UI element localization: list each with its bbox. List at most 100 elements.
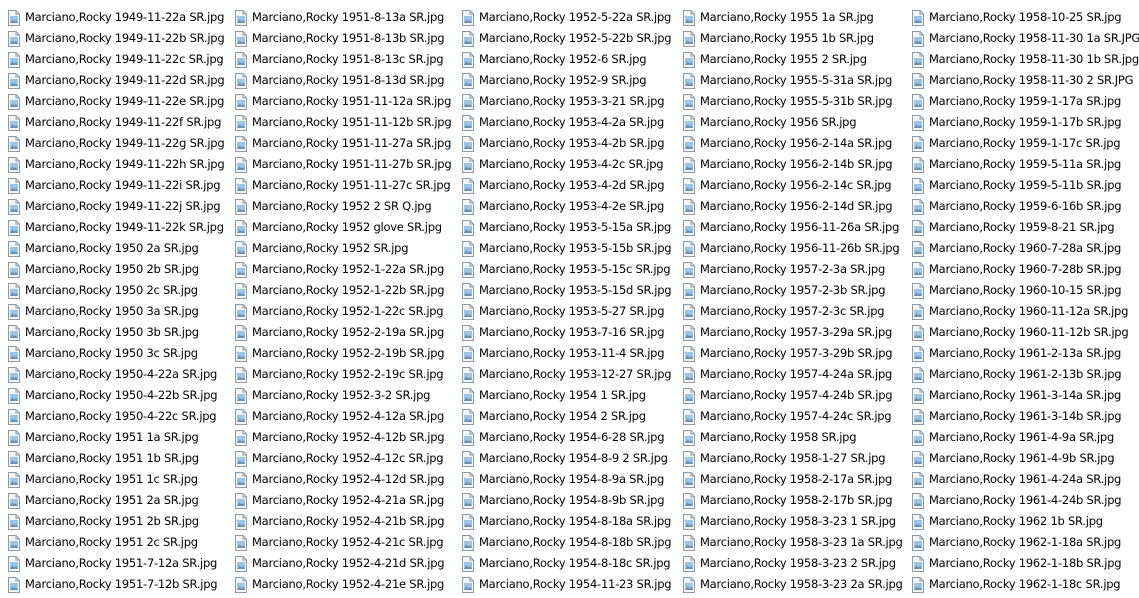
file-item[interactable]: Marciano,Rocky 1950-4-22a SR.jpg xyxy=(7,364,224,385)
file-item[interactable]: Marciano,Rocky 1961-3-14b SR.jpg xyxy=(911,406,1139,427)
file-item[interactable]: Marciano,Rocky 1958-3-23 2a SR.jpg xyxy=(682,574,903,595)
file-item[interactable]: Marciano,Rocky 1961-4-24b SR.jpg xyxy=(911,490,1139,511)
file-item[interactable]: Marciano,Rocky 1952-1-22a SR.jpg xyxy=(234,259,451,280)
file-item[interactable]: Marciano,Rocky 1956-11-26a SR.jpg xyxy=(682,217,903,238)
file-item[interactable]: Marciano,Rocky 1949-11-22d SR.jpg xyxy=(7,70,225,91)
file-item[interactable]: Marciano,Rocky 1954-11-23 SR.jpg xyxy=(461,574,672,595)
file-item[interactable]: Marciano,Rocky 1959-1-17b SR.jpg xyxy=(911,112,1139,133)
file-item[interactable]: Marciano,Rocky 1961-4-9a SR.jpg xyxy=(911,427,1139,448)
file-item[interactable]: Marciano,Rocky 1955 1a SR.jpg xyxy=(682,7,903,28)
file-item[interactable]: Marciano,Rocky 1952-4-21e SR.jpg xyxy=(234,574,451,595)
file-item[interactable]: Marciano,Rocky 1952-2-19c SR.jpg xyxy=(234,364,451,385)
file-item[interactable]: Marciano,Rocky 1953-4-2c SR.jpg xyxy=(461,154,671,175)
file-item[interactable]: Marciano,Rocky 1955-5-31a SR.jpg xyxy=(682,70,903,91)
file-item[interactable]: Marciano,Rocky 1954-8-18c SR.jpg xyxy=(461,553,671,574)
file-item[interactable]: Marciano,Rocky 1958-1-27 SR.jpg xyxy=(682,448,903,469)
file-item[interactable]: Marciano,Rocky 1952-4-21b SR.jpg xyxy=(234,511,451,532)
file-item[interactable]: Marciano,Rocky 1952-9 SR.jpg xyxy=(461,70,671,91)
file-item[interactable]: Marciano,Rocky 1953-4-2e SR.jpg xyxy=(461,196,671,217)
file-item[interactable]: Marciano,Rocky 1962-1-18b SR.jpg xyxy=(911,553,1139,574)
file-item[interactable]: Marciano,Rocky 1957-4-24c SR.jpg xyxy=(682,406,903,427)
file-item[interactable]: Marciano,Rocky 1952-4-12b SR.jpg xyxy=(234,427,451,448)
file-item[interactable]: Marciano,Rocky 1950 3a SR.jpg xyxy=(7,301,224,322)
file-item[interactable]: Marciano,Rocky 1958-3-23 1 SR.jpg xyxy=(682,511,903,532)
file-item[interactable]: Marciano,Rocky 1959-5-11b SR.jpg xyxy=(911,175,1139,196)
file-item[interactable]: Marciano,Rocky 1951-7-12b SR.jpg xyxy=(7,574,224,595)
file-item[interactable]: Marciano,Rocky 1959-8-21 SR.jpg xyxy=(911,217,1139,238)
file-item[interactable]: Marciano,Rocky 1955 2 SR.jpg xyxy=(682,49,903,70)
file-item[interactable]: Marciano,Rocky 1950-4-22c SR.jpg xyxy=(7,406,224,427)
file-item[interactable]: Marciano,Rocky 1953-4-2b SR.jpg xyxy=(461,133,671,154)
file-item[interactable]: Marciano,Rocky 1953-4-2a SR.jpg xyxy=(461,112,671,133)
file-item[interactable]: Marciano,Rocky 1953-5-15b SR.jpg xyxy=(461,238,672,259)
file-item[interactable]: Marciano,Rocky 1957-4-24a SR.jpg xyxy=(682,364,903,385)
file-item[interactable]: Marciano,Rocky 1953-11-4 SR.jpg xyxy=(461,343,671,364)
file-item[interactable]: Marciano,Rocky 1953-3-21 SR.jpg xyxy=(461,91,671,112)
file-item[interactable]: Marciano,Rocky 1960-11-12b SR.jpg xyxy=(911,322,1139,343)
file-item[interactable]: Marciano,Rocky 1952-4-21a SR.jpg xyxy=(234,490,451,511)
file-item[interactable]: Marciano,Rocky 1951 1a SR.jpg xyxy=(7,427,224,448)
file-item[interactable]: Marciano,Rocky 1960-10-15 SR.jpg xyxy=(911,280,1139,301)
file-item[interactable]: Marciano,Rocky 1951-7-12a SR.jpg xyxy=(7,553,224,574)
file-item[interactable]: Marciano,Rocky 1952-2-19b SR.jpg xyxy=(234,343,451,364)
file-item[interactable]: Marciano,Rocky 1956-11-26b SR.jpg xyxy=(682,238,903,259)
file-item[interactable]: Marciano,Rocky 1953-5-15a SR.jpg xyxy=(461,217,671,238)
file-item[interactable]: Marciano,Rocky 1954-8-9 2 SR.jpg xyxy=(461,448,671,469)
file-item[interactable]: Marciano,Rocky 1957-2-3b SR.jpg xyxy=(682,280,903,301)
file-item[interactable]: Marciano,Rocky 1959-1-17a SR.jpg xyxy=(911,91,1139,112)
file-item[interactable]: Marciano,Rocky 1949-11-22g SR.jpg xyxy=(7,133,225,154)
file-item[interactable]: Marciano,Rocky 1951 2b SR.jpg xyxy=(7,511,224,532)
file-item[interactable]: Marciano,Rocky 1962 1b SR.jpg xyxy=(911,511,1139,532)
file-item[interactable]: Marciano,Rocky 1957-3-29a SR.jpg xyxy=(682,322,903,343)
file-item[interactable]: Marciano,Rocky 1962-1-18c SR.jpg xyxy=(911,574,1139,595)
file-item[interactable]: Marciano,Rocky 1958-3-23 2 SR.jpg xyxy=(682,553,903,574)
file-item[interactable]: Marciano,Rocky 1958-10-25 SR.jpg xyxy=(911,7,1139,28)
file-item[interactable]: Marciano,Rocky 1957-4-24b SR.jpg xyxy=(682,385,903,406)
file-item[interactable]: Marciano,Rocky 1950-4-22b SR.jpg xyxy=(7,385,224,406)
file-item[interactable]: Marciano,Rocky 1959-1-17c SR.jpg xyxy=(911,133,1139,154)
file-item[interactable]: Marciano,Rocky 1949-11-22e SR.jpg xyxy=(7,91,224,112)
file-item[interactable]: Marciano,Rocky 1958-2-17b SR.jpg xyxy=(682,490,903,511)
file-item[interactable]: Marciano,Rocky 1958-11-30 1a SR.JPG xyxy=(911,28,1139,49)
file-item[interactable]: Marciano,Rocky 1952-1-22c SR.jpg xyxy=(234,301,451,322)
file-item[interactable]: Marciano,Rocky 1958-3-23 1a SR.jpg xyxy=(682,532,903,553)
file-item[interactable]: Marciano,Rocky 1961-4-24a SR.jpg xyxy=(911,469,1139,490)
file-item[interactable]: Marciano,Rocky 1954-8-9a SR.jpg xyxy=(461,469,671,490)
file-item[interactable]: Marciano,Rocky 1952 glove SR.jpg xyxy=(234,217,451,238)
file-item[interactable]: Marciano,Rocky 1960-7-28b SR.jpg xyxy=(911,259,1139,280)
file-item[interactable]: Marciano,Rocky 1952-2-19a SR.jpg xyxy=(234,322,451,343)
file-item[interactable]: Marciano,Rocky 1949-11-22i SR.jpg xyxy=(7,175,224,196)
file-item[interactable]: Marciano,Rocky 1949-11-22k SR.jpg xyxy=(7,217,224,238)
file-item[interactable]: Marciano,Rocky 1952-5-22b SR.jpg xyxy=(461,28,672,49)
file-item[interactable]: Marciano,Rocky 1953-5-15d SR.jpg xyxy=(461,280,672,301)
file-item[interactable]: Marciano,Rocky 1956-2-14c SR.jpg xyxy=(682,175,903,196)
file-item[interactable]: Marciano,Rocky 1952-4-12a SR.jpg xyxy=(234,406,451,427)
file-item[interactable]: Marciano,Rocky 1957-2-3c SR.jpg xyxy=(682,301,903,322)
file-item[interactable]: Marciano,Rocky 1954 2 SR.jpg xyxy=(461,406,671,427)
file-item[interactable]: Marciano,Rocky 1953-4-2d SR.jpg xyxy=(461,175,671,196)
file-item[interactable]: Marciano,Rocky 1956-2-14b SR.jpg xyxy=(682,154,903,175)
file-item[interactable]: Marciano,Rocky 1959-5-11a SR.jpg xyxy=(911,154,1139,175)
file-item[interactable]: Marciano,Rocky 1961-2-13b SR.jpg xyxy=(911,364,1139,385)
file-item[interactable]: Marciano,Rocky 1950 2c SR.jpg xyxy=(7,280,224,301)
file-item[interactable]: Marciano,Rocky 1953-5-27 SR.jpg xyxy=(461,301,671,322)
file-item[interactable]: Marciano,Rocky 1954-8-18a SR.jpg xyxy=(461,511,671,532)
file-item[interactable]: Marciano,Rocky 1957-2-3a SR.jpg xyxy=(682,259,903,280)
file-item[interactable]: Marciano,Rocky 1949-11-22a SR.jpg xyxy=(7,7,224,28)
file-item[interactable]: Marciano,Rocky 1958 SR.jpg xyxy=(682,427,903,448)
file-item[interactable]: Marciano,Rocky 1958-11-30 1b SR.jpg xyxy=(911,49,1139,70)
file-item[interactable]: Marciano,Rocky 1951-11-27b SR.jpg xyxy=(234,154,452,175)
file-item[interactable]: Marciano,Rocky 1949-11-22c SR.jpg xyxy=(7,49,224,70)
file-item[interactable]: Marciano,Rocky 1952-4-12c SR.jpg xyxy=(234,448,451,469)
file-item[interactable]: Marciano,Rocky 1952-4-21c SR.jpg xyxy=(234,532,451,553)
file-item[interactable]: Marciano,Rocky 1951-11-27c SR.jpg xyxy=(234,175,451,196)
file-item[interactable]: Marciano,Rocky 1952-3-2 SR.jpg xyxy=(234,385,451,406)
file-item[interactable]: Marciano,Rocky 1951-11-12a SR.jpg xyxy=(234,91,451,112)
file-item[interactable]: Marciano,Rocky 1958-11-30 2 SR.JPG xyxy=(911,70,1139,91)
file-item[interactable]: Marciano,Rocky 1962-1-18a SR.jpg xyxy=(911,532,1139,553)
file-item[interactable]: Marciano,Rocky 1961-4-9b SR.jpg xyxy=(911,448,1139,469)
file-item[interactable]: Marciano,Rocky 1951 1c SR.jpg xyxy=(7,469,224,490)
file-item[interactable]: Marciano,Rocky 1953-7-16 SR.jpg xyxy=(461,322,671,343)
file-item[interactable]: Marciano,Rocky 1949-11-22j SR.jpg xyxy=(7,196,224,217)
file-item[interactable]: Marciano,Rocky 1961-2-13a SR.jpg xyxy=(911,343,1139,364)
